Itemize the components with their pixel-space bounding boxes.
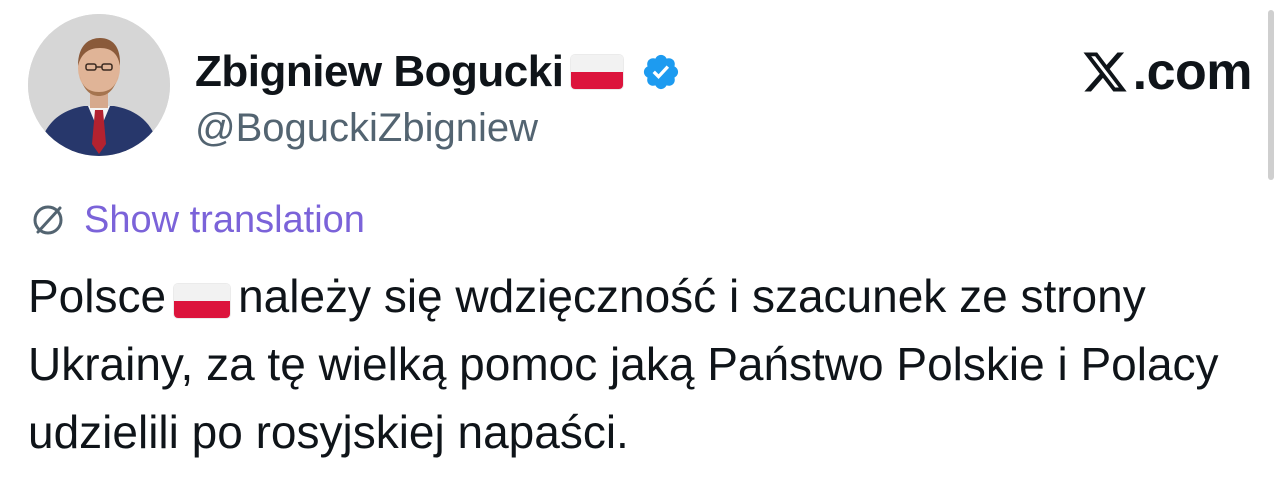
avatar[interactable]: [28, 14, 170, 156]
author-name[interactable]: Zbigniew Bogucki: [195, 47, 564, 97]
scrollbar[interactable]: [1268, 10, 1274, 180]
poland-flag-icon: [571, 55, 624, 89]
verified-badge-icon: [644, 54, 679, 90]
tweet-header: Zbigniew Bogucki @BoguckiZbigniew .com: [28, 14, 1256, 159]
tweet-text: Polsce należy się wdzięczność i szacunek …: [28, 262, 1258, 466]
site-logo: .com: [1081, 42, 1253, 102]
tweet-text-start: Polsce: [28, 270, 167, 322]
site-logo-text: .com: [1132, 43, 1253, 101]
author-handle[interactable]: @BoguckiZbigniew: [195, 106, 538, 151]
avatar-portrait: [28, 14, 170, 156]
show-translation-label[interactable]: Show translation: [84, 199, 365, 242]
author-name-row[interactable]: Zbigniew Bogucki: [195, 42, 681, 102]
poland-flag-icon: [174, 284, 231, 319]
x-logo-icon: [1083, 52, 1127, 92]
globe-icon: [33, 205, 63, 235]
show-translation-link[interactable]: Show translation: [30, 196, 365, 244]
